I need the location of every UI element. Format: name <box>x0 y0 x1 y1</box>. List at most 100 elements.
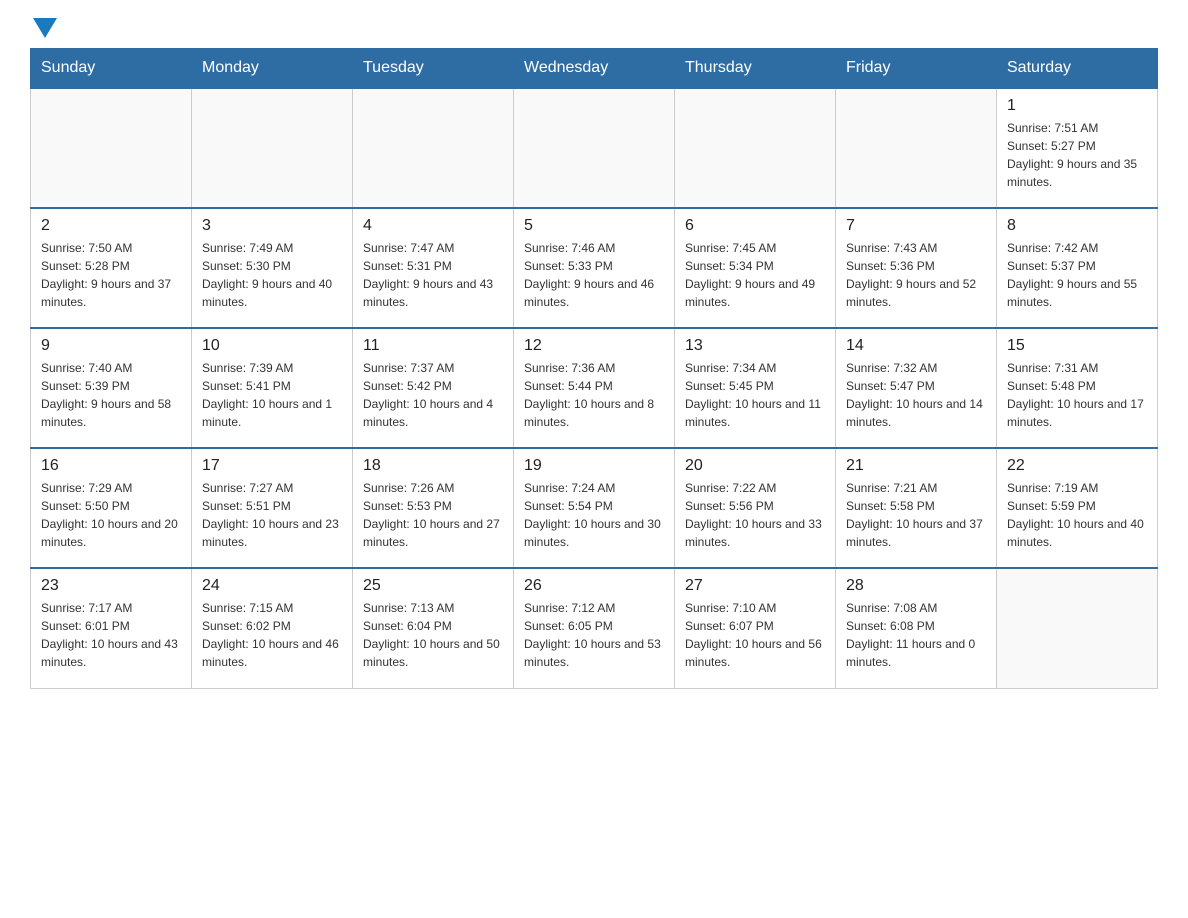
calendar-day-cell: 10 Sunrise: 7:39 AMSunset: 5:41 PMDayligh… <box>192 328 353 448</box>
calendar-day-cell: 5 Sunrise: 7:46 AMSunset: 5:33 PMDaylight… <box>514 208 675 328</box>
weekday-header-saturday: Saturday <box>997 49 1158 89</box>
day-number: 4 <box>363 217 503 235</box>
day-info: Sunrise: 7:19 AMSunset: 5:59 PMDaylight:… <box>1007 479 1147 551</box>
day-info: Sunrise: 7:29 AMSunset: 5:50 PMDaylight:… <box>41 479 181 551</box>
day-info: Sunrise: 7:45 AMSunset: 5:34 PMDaylight:… <box>685 239 825 311</box>
calendar-day-cell: 20 Sunrise: 7:22 AMSunset: 5:56 PMDayligh… <box>675 448 836 568</box>
day-info: Sunrise: 7:22 AMSunset: 5:56 PMDaylight:… <box>685 479 825 551</box>
calendar-day-cell: 27 Sunrise: 7:10 AMSunset: 6:07 PMDayligh… <box>675 568 836 688</box>
calendar-day-cell <box>836 88 997 208</box>
day-info: Sunrise: 7:27 AMSunset: 5:51 PMDaylight:… <box>202 479 342 551</box>
day-info: Sunrise: 7:26 AMSunset: 5:53 PMDaylight:… <box>363 479 503 551</box>
calendar-day-cell <box>192 88 353 208</box>
calendar-day-cell: 17 Sunrise: 7:27 AMSunset: 5:51 PMDayligh… <box>192 448 353 568</box>
calendar-day-cell <box>353 88 514 208</box>
day-number: 17 <box>202 457 342 475</box>
logo-triangle-icon <box>33 18 57 38</box>
day-info: Sunrise: 7:32 AMSunset: 5:47 PMDaylight:… <box>846 359 986 431</box>
calendar-day-cell: 6 Sunrise: 7:45 AMSunset: 5:34 PMDaylight… <box>675 208 836 328</box>
calendar-day-cell <box>675 88 836 208</box>
day-number: 12 <box>524 337 664 355</box>
day-number: 13 <box>685 337 825 355</box>
day-number: 27 <box>685 577 825 595</box>
weekday-row: SundayMondayTuesdayWednesdayThursdayFrid… <box>31 49 1158 89</box>
logo <box>30 20 57 38</box>
calendar-week-3: 9 Sunrise: 7:40 AMSunset: 5:39 PMDaylight… <box>31 328 1158 448</box>
day-number: 5 <box>524 217 664 235</box>
day-number: 15 <box>1007 337 1147 355</box>
calendar-week-4: 16 Sunrise: 7:29 AMSunset: 5:50 PMDayligh… <box>31 448 1158 568</box>
calendar-day-cell: 22 Sunrise: 7:19 AMSunset: 5:59 PMDayligh… <box>997 448 1158 568</box>
day-number: 8 <box>1007 217 1147 235</box>
day-info: Sunrise: 7:40 AMSunset: 5:39 PMDaylight:… <box>41 359 181 431</box>
day-info: Sunrise: 7:47 AMSunset: 5:31 PMDaylight:… <box>363 239 503 311</box>
calendar-day-cell: 4 Sunrise: 7:47 AMSunset: 5:31 PMDaylight… <box>353 208 514 328</box>
day-info: Sunrise: 7:39 AMSunset: 5:41 PMDaylight:… <box>202 359 342 431</box>
weekday-header-friday: Friday <box>836 49 997 89</box>
day-number: 21 <box>846 457 986 475</box>
day-number: 19 <box>524 457 664 475</box>
day-number: 20 <box>685 457 825 475</box>
day-number: 16 <box>41 457 181 475</box>
weekday-header-thursday: Thursday <box>675 49 836 89</box>
calendar-day-cell: 12 Sunrise: 7:36 AMSunset: 5:44 PMDayligh… <box>514 328 675 448</box>
day-number: 1 <box>1007 97 1147 115</box>
calendar-day-cell: 3Sunrise: 7:49 AMSunset: 5:30 PMDaylight… <box>192 208 353 328</box>
calendar-day-cell: 19 Sunrise: 7:24 AMSunset: 5:54 PMDayligh… <box>514 448 675 568</box>
day-info: Sunrise: 7:31 AMSunset: 5:48 PMDaylight:… <box>1007 359 1147 431</box>
day-number: 28 <box>846 577 986 595</box>
calendar-day-cell: 28Sunrise: 7:08 AMSunset: 6:08 PMDayligh… <box>836 568 997 688</box>
day-number: 9 <box>41 337 181 355</box>
calendar-day-cell: 14 Sunrise: 7:32 AMSunset: 5:47 PMDayligh… <box>836 328 997 448</box>
day-info: Sunrise: 7:46 AMSunset: 5:33 PMDaylight:… <box>524 239 664 311</box>
day-info: Sunrise: 7:24 AMSunset: 5:54 PMDaylight:… <box>524 479 664 551</box>
calendar-day-cell: 9 Sunrise: 7:40 AMSunset: 5:39 PMDaylight… <box>31 328 192 448</box>
weekday-header-monday: Monday <box>192 49 353 89</box>
day-number: 6 <box>685 217 825 235</box>
calendar-day-cell <box>31 88 192 208</box>
calendar-day-cell: 23Sunrise: 7:17 AMSunset: 6:01 PMDayligh… <box>31 568 192 688</box>
day-info: Sunrise: 7:36 AMSunset: 5:44 PMDaylight:… <box>524 359 664 431</box>
calendar-week-1: 1 Sunrise: 7:51 AMSunset: 5:27 PMDaylight… <box>31 88 1158 208</box>
day-info: Sunrise: 7:12 AMSunset: 6:05 PMDaylight:… <box>524 599 664 671</box>
weekday-header-tuesday: Tuesday <box>353 49 514 89</box>
calendar-day-cell: 2Sunrise: 7:50 AMSunset: 5:28 PMDaylight… <box>31 208 192 328</box>
calendar-day-cell: 24Sunrise: 7:15 AMSunset: 6:02 PMDayligh… <box>192 568 353 688</box>
day-info: Sunrise: 7:43 AMSunset: 5:36 PMDaylight:… <box>846 239 986 311</box>
day-info: Sunrise: 7:21 AMSunset: 5:58 PMDaylight:… <box>846 479 986 551</box>
day-info: Sunrise: 7:10 AMSunset: 6:07 PMDaylight:… <box>685 599 825 671</box>
calendar-day-cell: 13Sunrise: 7:34 AMSunset: 5:45 PMDayligh… <box>675 328 836 448</box>
calendar-header: SundayMondayTuesdayWednesdayThursdayFrid… <box>31 49 1158 89</box>
day-info: Sunrise: 7:51 AMSunset: 5:27 PMDaylight:… <box>1007 119 1147 191</box>
day-number: 22 <box>1007 457 1147 475</box>
weekday-header-sunday: Sunday <box>31 49 192 89</box>
day-info: Sunrise: 7:49 AMSunset: 5:30 PMDaylight:… <box>202 239 342 311</box>
page-header <box>30 20 1158 38</box>
logo-blue-part <box>30 20 57 38</box>
day-info: Sunrise: 7:13 AMSunset: 6:04 PMDaylight:… <box>363 599 503 671</box>
day-info: Sunrise: 7:37 AMSunset: 5:42 PMDaylight:… <box>363 359 503 431</box>
calendar-body: 1 Sunrise: 7:51 AMSunset: 5:27 PMDaylight… <box>31 88 1158 688</box>
calendar-day-cell: 8 Sunrise: 7:42 AMSunset: 5:37 PMDaylight… <box>997 208 1158 328</box>
day-number: 26 <box>524 577 664 595</box>
day-number: 25 <box>363 577 503 595</box>
calendar-day-cell: 18 Sunrise: 7:26 AMSunset: 5:53 PMDayligh… <box>353 448 514 568</box>
calendar-day-cell: 11 Sunrise: 7:37 AMSunset: 5:42 PMDayligh… <box>353 328 514 448</box>
calendar-day-cell: 21 Sunrise: 7:21 AMSunset: 5:58 PMDayligh… <box>836 448 997 568</box>
day-info: Sunrise: 7:42 AMSunset: 5:37 PMDaylight:… <box>1007 239 1147 311</box>
calendar-week-2: 2Sunrise: 7:50 AMSunset: 5:28 PMDaylight… <box>31 208 1158 328</box>
day-number: 2 <box>41 217 181 235</box>
calendar-day-cell <box>997 568 1158 688</box>
day-info: Sunrise: 7:17 AMSunset: 6:01 PMDaylight:… <box>41 599 181 671</box>
calendar-day-cell: 1 Sunrise: 7:51 AMSunset: 5:27 PMDaylight… <box>997 88 1158 208</box>
calendar-day-cell <box>514 88 675 208</box>
weekday-header-wednesday: Wednesday <box>514 49 675 89</box>
calendar-day-cell: 7 Sunrise: 7:43 AMSunset: 5:36 PMDaylight… <box>836 208 997 328</box>
day-number: 10 <box>202 337 342 355</box>
day-number: 7 <box>846 217 986 235</box>
day-number: 18 <box>363 457 503 475</box>
calendar-day-cell: 25 Sunrise: 7:13 AMSunset: 6:04 PMDayligh… <box>353 568 514 688</box>
calendar-table: SundayMondayTuesdayWednesdayThursdayFrid… <box>30 48 1158 689</box>
day-number: 14 <box>846 337 986 355</box>
day-number: 11 <box>363 337 503 355</box>
